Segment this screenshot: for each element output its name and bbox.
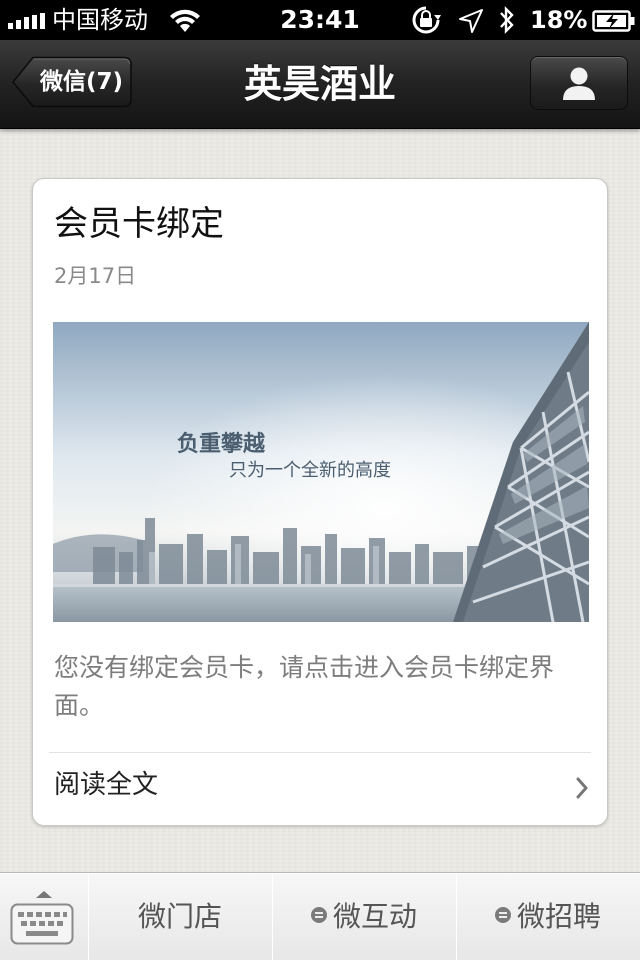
status-bar: 中国移动 23:41 18%	[0, 0, 640, 40]
location-icon	[458, 8, 484, 38]
back-button[interactable]: 微信(7)	[12, 56, 132, 108]
menu-item-label: 微互动	[332, 900, 417, 933]
image-subline: 只为一个全新的高度	[229, 460, 391, 481]
menu-item-label: 微招聘	[516, 900, 601, 933]
read-more-row[interactable]: 阅读全文	[33, 753, 607, 825]
read-more-label: 阅读全文	[54, 770, 159, 800]
keyboard-toggle-button[interactable]	[0, 873, 89, 960]
article-card[interactable]: 会员卡绑定 2月17日 负重攀越 只为一个全新的高度 您没有绑定会员卡，请点击进…	[32, 178, 608, 826]
navigation-bar: 微信(7) 英昊酒业	[0, 40, 640, 129]
article-date: 2月17日	[54, 264, 137, 288]
submenu-icon	[310, 907, 327, 923]
wechat-article-screen: 中国移动 23:41 18% 微信(7) 英昊酒业 会员卡绑定 2月17日 负重…	[0, 0, 640, 960]
menu-item-store[interactable]: 微门店	[88, 873, 273, 960]
bottom-menu-bar: 微门店 微互动 微招聘	[0, 872, 640, 960]
profile-button[interactable]	[530, 56, 628, 110]
keyboard-icon	[10, 903, 74, 945]
bluetooth-icon	[497, 5, 517, 39]
submenu-icon	[494, 907, 511, 923]
battery-percent: 18%	[530, 6, 588, 34]
menu-item-interaction[interactable]: 微互动	[272, 873, 457, 960]
image-headline: 负重攀越	[177, 432, 266, 457]
chevron-up-icon	[36, 891, 52, 898]
article-title: 会员卡绑定	[54, 204, 224, 244]
article-summary: 您没有绑定会员卡，请点击进入会员卡绑定界面。	[54, 653, 555, 720]
chevron-right-icon	[576, 777, 588, 799]
article-cover-image: 负重攀越 只为一个全新的高度	[53, 322, 589, 622]
battery-icon	[592, 10, 636, 36]
menu-item-recruitment[interactable]: 微招聘	[456, 873, 640, 960]
person-icon	[563, 67, 595, 100]
orientation-lock-icon	[410, 5, 442, 39]
page-title: 英昊酒业	[243, 62, 396, 106]
menu-item-label: 微门店	[137, 900, 222, 933]
back-button-label: 微信(7)	[40, 69, 124, 95]
